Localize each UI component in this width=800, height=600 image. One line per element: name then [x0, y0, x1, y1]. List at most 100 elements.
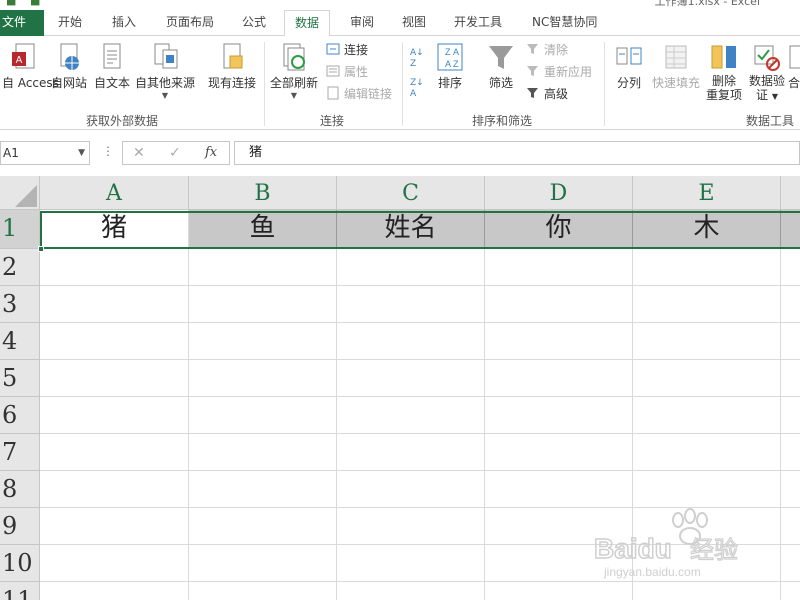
row-header-8[interactable]: 8: [0, 471, 40, 508]
clear-filter-icon: [527, 44, 538, 54]
existing-connections-button[interactable]: 现有连接: [206, 42, 258, 91]
connections-button[interactable]: 连接: [326, 40, 368, 60]
svg-text:A: A: [445, 59, 451, 69]
properties-icon: [326, 65, 340, 77]
tab-developer[interactable]: 开发工具: [444, 10, 512, 36]
fill-handle[interactable]: [38, 246, 44, 252]
column-header-a[interactable]: A: [40, 176, 189, 210]
svg-text:Z: Z: [453, 59, 459, 69]
tab-view[interactable]: 视图: [392, 10, 436, 36]
existing-connections-icon: [223, 43, 243, 69]
select-all-icon: [15, 185, 37, 207]
from-other-sources-button[interactable]: 自其他来源 ▼: [134, 42, 196, 101]
insert-function-button[interactable]: fx: [205, 142, 217, 164]
row-header-11[interactable]: 11: [0, 582, 40, 600]
remove-duplicates-button[interactable]: 删除 重复项: [704, 42, 744, 102]
edit-links-button[interactable]: 编辑链接: [326, 84, 392, 104]
cell-f1[interactable]: [781, 210, 800, 249]
chevron-down-icon: ▼: [771, 92, 778, 101]
window-title: 工作簿1.xlsx - Excel: [654, 0, 760, 8]
data-validation-button[interactable]: 数据验 证 ▼: [746, 42, 788, 104]
consolidate-button[interactable]: 合: [788, 42, 800, 91]
row-header-7[interactable]: 7: [0, 434, 40, 471]
properties-button[interactable]: 属性: [326, 62, 368, 82]
row-header-4[interactable]: 4: [0, 323, 40, 360]
filter-button[interactable]: 筛选: [484, 42, 518, 91]
more-icon[interactable]: ⋮: [102, 144, 114, 158]
quick-access-icon[interactable]: ■: [30, 0, 40, 7]
clear-filter-button[interactable]: 清除: [526, 40, 568, 60]
save-icon[interactable]: ■: [6, 0, 16, 7]
reapply-icon: [527, 66, 538, 76]
chevron-down-icon: ▼: [290, 91, 298, 100]
group-label-external-data: 获取外部数据: [86, 114, 159, 128]
sort-descending-icon: Z↓ A: [410, 78, 424, 99]
flash-fill-button[interactable]: 快速填充: [650, 42, 702, 91]
reapply-button[interactable]: 重新应用: [526, 62, 592, 82]
ribbon-tabs: 文件 开始 插入 页面布局 公式 数据 审阅 视图 开发工具 NC智慧协同: [0, 10, 800, 37]
empty-cells-gridlines[interactable]: [40, 249, 800, 600]
svg-text:A: A: [16, 55, 23, 66]
tab-review[interactable]: 审阅: [340, 10, 384, 36]
confirm-icon[interactable]: ✓: [169, 142, 181, 164]
from-text-button[interactable]: 自文本: [92, 42, 132, 91]
sort-button[interactable]: Z A A Z 排序: [434, 42, 466, 91]
text-to-columns-icon: [616, 47, 642, 65]
column-header-f[interactable]: [781, 176, 800, 210]
row-header-9[interactable]: 9: [0, 508, 40, 545]
group-separator: [402, 42, 403, 126]
worksheet-grid: A B C D E 1 2 3 4 5 6 7 8 9 10 11 猪 鱼 姓名…: [0, 176, 800, 600]
tab-data[interactable]: 数据: [284, 10, 331, 37]
group-label-data-tools: 数据工具: [746, 114, 795, 128]
select-all-button[interactable]: [0, 176, 40, 210]
tab-nc-collab[interactable]: NC智慧协同: [522, 10, 607, 36]
chevron-down-icon[interactable]: ▼: [78, 142, 85, 164]
flash-fill-icon: [665, 45, 687, 69]
group-label-sort-filter: 排序和筛选: [472, 114, 533, 128]
formula-buttons: ✕ ✓ fx: [122, 141, 230, 165]
from-access-button[interactable]: A 自 Access: [2, 42, 59, 91]
chevron-down-icon: ▼: [161, 91, 169, 100]
tab-file[interactable]: 文件: [0, 10, 44, 36]
svg-text:Z: Z: [445, 47, 451, 57]
column-header-c[interactable]: C: [337, 176, 485, 210]
sort-ascending-button[interactable]: A↓ Z: [410, 48, 430, 72]
svg-text:A: A: [453, 47, 459, 57]
cell-d1[interactable]: 你: [485, 210, 633, 249]
tab-home[interactable]: 开始: [48, 10, 92, 36]
column-header-b[interactable]: B: [189, 176, 337, 210]
sort-dialog-icon: Z A A Z: [437, 43, 463, 71]
text-to-columns-button[interactable]: 分列: [612, 42, 646, 91]
title-bar: ■ ■ 工作簿1.xlsx - Excel: [0, 0, 800, 8]
row-header-5[interactable]: 5: [0, 360, 40, 397]
row-header-10[interactable]: 10: [0, 545, 40, 582]
data-validation-icon: [754, 45, 780, 71]
refresh-all-button[interactable]: 全部刷新 ▼: [268, 42, 320, 101]
advanced-filter-button[interactable]: 高级: [526, 84, 568, 104]
advanced-filter-icon: [527, 88, 538, 98]
tab-formulas[interactable]: 公式: [232, 10, 276, 36]
cell-a1[interactable]: 猪: [40, 210, 189, 249]
column-header-e[interactable]: E: [633, 176, 781, 210]
column-header-d[interactable]: D: [485, 176, 633, 210]
edit-links-icon: [327, 86, 339, 100]
access-icon: A: [12, 43, 35, 69]
tab-page-layout[interactable]: 页面布局: [156, 10, 224, 36]
cancel-icon[interactable]: ✕: [133, 142, 145, 164]
cell-e1[interactable]: 木: [633, 210, 781, 249]
row-header-2[interactable]: 2: [0, 249, 40, 286]
tab-insert[interactable]: 插入: [102, 10, 146, 36]
cell-c1[interactable]: 姓名: [337, 210, 485, 249]
row-header-3[interactable]: 3: [0, 286, 40, 323]
remove-duplicates-icon: [711, 45, 736, 69]
row-header-1[interactable]: 1: [0, 210, 40, 249]
name-box[interactable]: A1 ▼: [0, 141, 90, 165]
cell-b1[interactable]: 鱼: [189, 210, 337, 249]
from-web-button[interactable]: 自网站: [48, 42, 90, 91]
connections-icon: [326, 43, 340, 55]
row-header-6[interactable]: 6: [0, 397, 40, 434]
sort-descending-button[interactable]: Z↓ A: [410, 78, 430, 102]
refresh-icon: [283, 43, 305, 71]
formula-input[interactable]: 猪: [234, 141, 800, 165]
ribbon-data: A 自 Access 自网站 自文本 自其他来源 ▼ 现有连接 获取外部数据 全…: [0, 36, 800, 130]
